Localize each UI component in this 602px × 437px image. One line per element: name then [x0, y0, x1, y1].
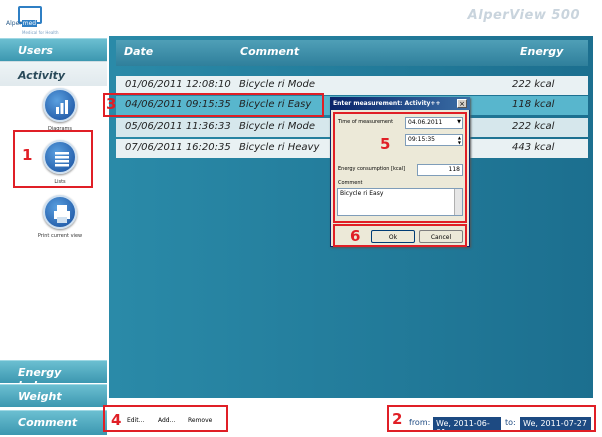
print-icon[interactable]	[43, 195, 77, 229]
nav-energy-balance[interactable]: Energy balance	[0, 360, 107, 392]
list-header	[116, 40, 588, 66]
annotation-box-2	[387, 405, 596, 432]
nav-comment[interactable]: Comment	[0, 410, 107, 435]
annotation-1: 1	[22, 146, 33, 164]
printer-icon	[54, 205, 70, 223]
dialog-title: Enter measurement: Activity++	[330, 97, 470, 110]
annotation-3: 3	[106, 95, 117, 113]
annotation-box-3	[103, 93, 324, 117]
row-comment: Bicycle ri Mode	[239, 121, 315, 132]
annotation-4: 4	[111, 411, 122, 429]
row-comment: Bicycle ri Heavy	[239, 142, 320, 153]
row-energy: 222 kcal	[512, 121, 555, 132]
nav-weight[interactable]: Weight	[0, 384, 107, 407]
column-date[interactable]: Date	[124, 45, 153, 58]
row-energy: 118 kcal	[512, 99, 555, 110]
logo-highlight: med	[21, 20, 38, 27]
nav-users[interactable]: Users	[0, 38, 107, 61]
nav-activity[interactable]: Activity	[0, 61, 107, 89]
logo-text: Alpermed	[6, 20, 38, 27]
row-date: 07/06/2011 16:20:35	[125, 142, 231, 153]
column-energy[interactable]: Energy	[520, 45, 563, 58]
row-energy: 443 kcal	[512, 142, 555, 153]
print-label[interactable]: Print current view	[10, 233, 110, 239]
annotation-2: 2	[392, 410, 403, 428]
annotation-box-4	[103, 405, 228, 432]
row-date: 05/06/2011 11:36:33	[125, 121, 231, 132]
logo-tagline: Medical for Health	[22, 30, 59, 35]
bar-chart-icon	[56, 100, 68, 114]
row-date: 01/06/2011 12:08:10	[125, 79, 231, 90]
column-comment[interactable]: Comment	[240, 45, 299, 58]
annotation-5: 5	[380, 135, 391, 153]
dialog-close-icon[interactable]: ×	[457, 99, 467, 108]
annotation-box-5	[333, 112, 467, 223]
annotation-6: 6	[350, 227, 361, 245]
row-energy: 222 kcal	[512, 79, 555, 90]
app-title: AlperView 500	[467, 8, 580, 23]
diagrams-icon[interactable]	[43, 88, 77, 122]
row-comment: Bicycle ri Mode	[239, 79, 315, 90]
